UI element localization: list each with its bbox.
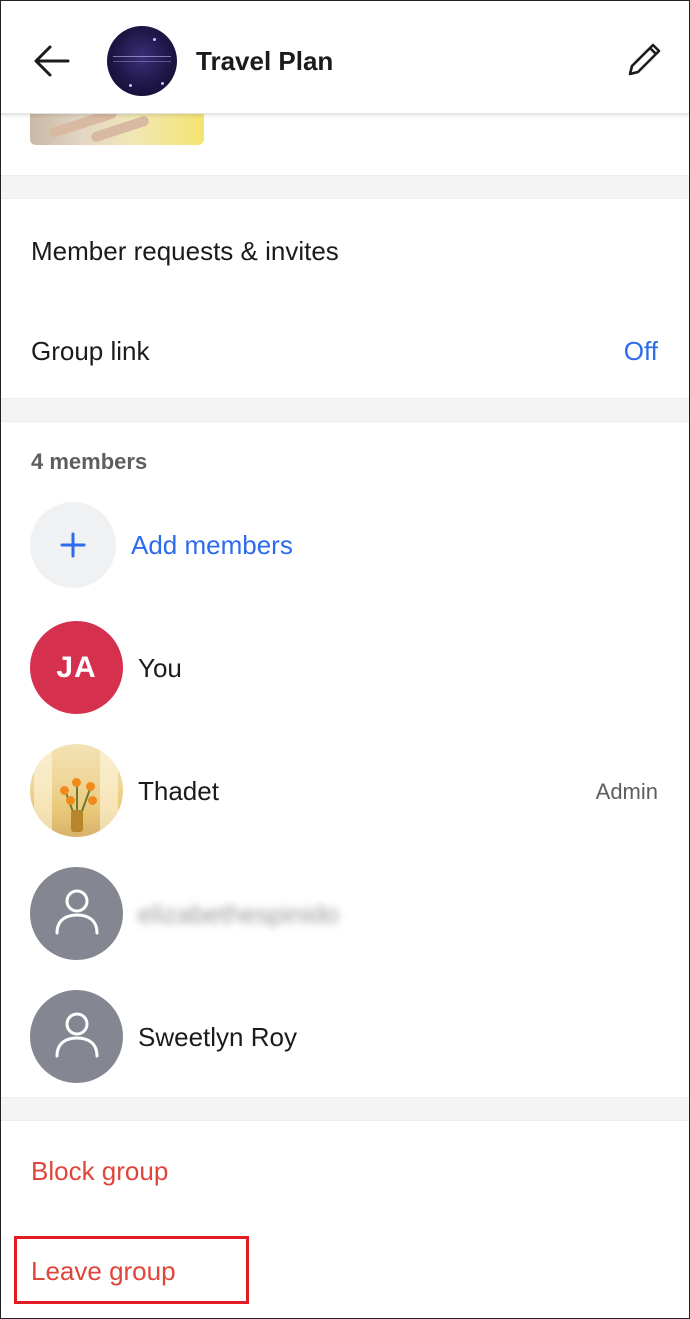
avatar[interactable]: [30, 744, 123, 837]
back-arrow-icon: [34, 45, 70, 77]
section-divider: [0, 398, 690, 422]
avatar[interactable]: [30, 990, 123, 1083]
block-group-row[interactable]: Block group: [0, 1121, 690, 1221]
add-members-circle[interactable]: [30, 502, 116, 588]
member-requests-label: Member requests & invites: [31, 236, 339, 266]
group-link-status: Off: [623, 336, 658, 366]
back-button[interactable]: [28, 38, 76, 86]
member-name: You: [138, 653, 182, 683]
member-name: Thadet: [138, 776, 219, 806]
add-members-label[interactable]: Add members: [131, 530, 293, 561]
avatar[interactable]: JA: [30, 621, 123, 714]
person-icon: [55, 1012, 99, 1058]
leave-group-button[interactable]: Leave group: [31, 1256, 176, 1287]
app-header: Travel Plan: [0, 0, 690, 114]
leave-group-row[interactable]: Leave group: [0, 1221, 690, 1319]
block-group-button[interactable]: Block group: [31, 1156, 168, 1187]
plus-icon: [60, 532, 86, 558]
admin-badge: Admin: [595, 779, 658, 804]
pencil-icon: [628, 43, 661, 76]
group-title: Travel Plan: [196, 46, 334, 76]
section-divider: [0, 1097, 690, 1121]
member-name: Sweetlyn Roy: [138, 1022, 297, 1052]
edit-group-button[interactable]: [620, 36, 668, 84]
member-name: elizabethespinido: [138, 899, 339, 929]
avatar[interactable]: [30, 867, 123, 960]
group-link-row[interactable]: Group link Off: [0, 299, 690, 399]
section-divider: [0, 175, 690, 199]
member-requests-row[interactable]: Member requests & invites: [0, 199, 690, 299]
group-photo: [30, 112, 204, 145]
members-count: 4 members: [31, 449, 148, 474]
group-avatar[interactable]: [107, 26, 177, 96]
person-icon: [55, 889, 99, 935]
group-link-label: Group link: [31, 336, 150, 366]
